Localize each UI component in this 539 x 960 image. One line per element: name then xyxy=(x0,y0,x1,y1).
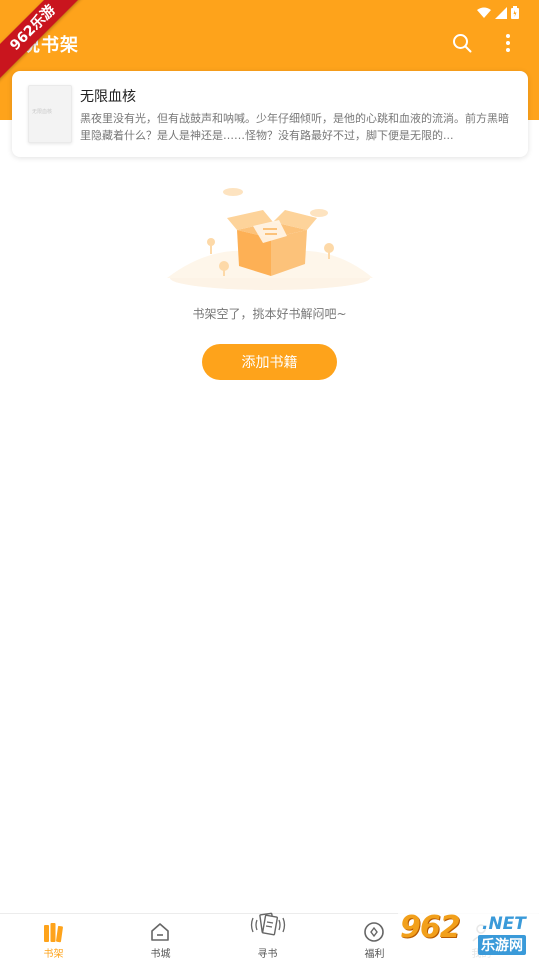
nav-item-bookshelf[interactable]: 书架 xyxy=(0,914,107,960)
empty-box-illustration xyxy=(167,180,373,290)
status-bar xyxy=(459,0,539,24)
empty-message: 书架空了，挑本好书解闷吧~ xyxy=(192,307,347,321)
search-icon[interactable] xyxy=(449,30,475,56)
book-card[interactable]: 无限血核 无限血核 黑夜里没有光，但有战鼓声和呐喊。少年仔细倾听，是他的心跳和血… xyxy=(12,71,528,157)
watermark-number: 962 xyxy=(400,910,461,945)
signal-icon xyxy=(495,4,507,23)
coin-icon xyxy=(362,920,386,944)
watermark-cn: 乐游网 xyxy=(478,935,526,955)
nav-item-find-book[interactable]: 寻书 xyxy=(214,912,321,960)
home-icon xyxy=(148,920,172,944)
add-book-button[interactable]: 添加书籍 xyxy=(202,344,337,380)
watermark-logo: 962 .NET 乐游网 xyxy=(398,910,539,958)
wifi-icon xyxy=(477,4,491,23)
watermark-domain: .NET xyxy=(482,914,526,934)
bookshelf-icon xyxy=(41,920,65,944)
find-book-icon xyxy=(248,908,288,944)
battery-icon xyxy=(511,4,519,23)
book-title: 无限血核 xyxy=(80,89,136,105)
book-description: 黑夜里没有光，但有战鼓声和呐喊。少年仔细倾听，是他的心跳和血液的流淌。前方黑暗里… xyxy=(80,112,509,142)
book-cover[interactable]: 无限血核 xyxy=(28,85,72,143)
nav-item-bookstore[interactable]: 书城 xyxy=(107,914,214,960)
book-cover-text: 无限血核 xyxy=(32,109,53,115)
more-vertical-icon[interactable] xyxy=(495,30,521,56)
